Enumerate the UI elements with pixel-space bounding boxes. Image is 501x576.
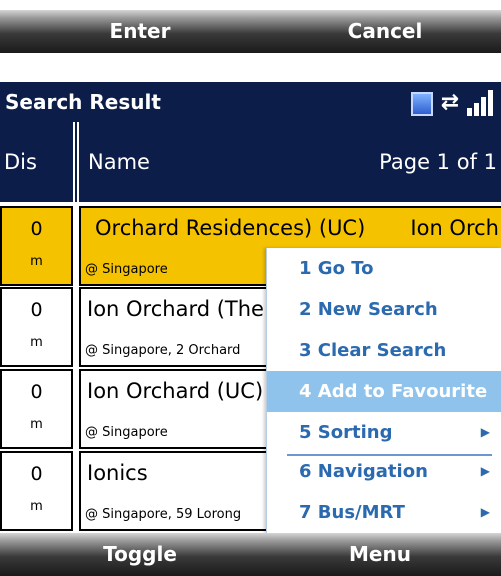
name-column-header: Name xyxy=(88,150,150,174)
status-icons: ⇄ xyxy=(411,88,497,116)
distance-unit: m xyxy=(30,499,43,514)
distance-value: 0 xyxy=(30,218,43,240)
menu-item-go-to[interactable]: 1 Go To xyxy=(267,248,501,289)
distance-unit: m xyxy=(30,254,43,269)
distance-unit: m xyxy=(30,417,43,432)
result-address: @ Singapore, 2 Orchard xyxy=(85,343,241,358)
result-name: Orchard Residences) (UC) xyxy=(95,216,366,240)
result-name: Ion Orchard (The xyxy=(87,297,264,321)
result-address: @ Singapore, 59 Lorong xyxy=(85,507,242,522)
submenu-arrow-icon: ▶ xyxy=(480,425,490,439)
distance-value: 0 xyxy=(30,381,43,403)
results-header: Dis Name Page 1 of 1 xyxy=(0,122,501,202)
signal-strength-icon xyxy=(467,90,497,116)
result-address: @ Singapore xyxy=(85,262,168,277)
toggle-softkey[interactable]: Toggle xyxy=(75,533,205,576)
distance-cell: 0 m xyxy=(0,206,73,286)
title-bar: Search Result ⇄ xyxy=(0,82,501,122)
distance-column-header: Dis xyxy=(4,150,37,174)
page-indicator: Page 1 of 1 xyxy=(379,150,497,174)
menu-item-clear-search[interactable]: 3 Clear Search xyxy=(267,330,501,371)
menu-softkey[interactable]: Menu xyxy=(300,533,460,576)
distance-unit: m xyxy=(30,335,43,350)
menu-item-bus-mrt[interactable]: 7 Bus/MRT ▶ xyxy=(267,492,501,533)
menu-item-add-to-favourite[interactable]: 4 Add to Favourite xyxy=(267,371,501,412)
result-name: Ion Orchard (UC) xyxy=(87,379,264,403)
distance-cell: 0 m xyxy=(0,287,73,367)
page-title: Search Result xyxy=(5,90,161,114)
top-softkey-bar: Enter Cancel xyxy=(0,10,501,53)
bottom-softkey-bar: Toggle Menu xyxy=(0,533,501,576)
menu-item-new-search[interactable]: 2 New Search xyxy=(267,289,501,330)
menu-item-navigation[interactable]: 6 Navigation ▶ xyxy=(267,451,501,492)
result-address: @ Singapore xyxy=(85,425,168,440)
connection-icon: ⇄ xyxy=(440,90,460,115)
result-name: Ionics xyxy=(87,461,148,485)
menu-item-sorting[interactable]: 5 Sorting ▶ xyxy=(267,412,501,453)
cancel-softkey[interactable]: Cancel xyxy=(320,10,450,53)
submenu-arrow-icon: ▶ xyxy=(480,505,490,519)
distance-cell: 0 m xyxy=(0,451,73,531)
distance-cell: 0 m xyxy=(0,369,73,449)
enter-softkey[interactable]: Enter xyxy=(80,10,200,53)
distance-value: 0 xyxy=(30,299,43,321)
device-icon xyxy=(411,92,433,116)
column-divider xyxy=(73,122,79,202)
context-menu: 1 Go To 2 New Search 3 Clear Search 4 Ad… xyxy=(266,248,501,533)
distance-value: 0 xyxy=(30,463,43,485)
result-name-extra: Ion Orch xyxy=(410,216,499,240)
submenu-arrow-icon: ▶ xyxy=(480,464,490,478)
